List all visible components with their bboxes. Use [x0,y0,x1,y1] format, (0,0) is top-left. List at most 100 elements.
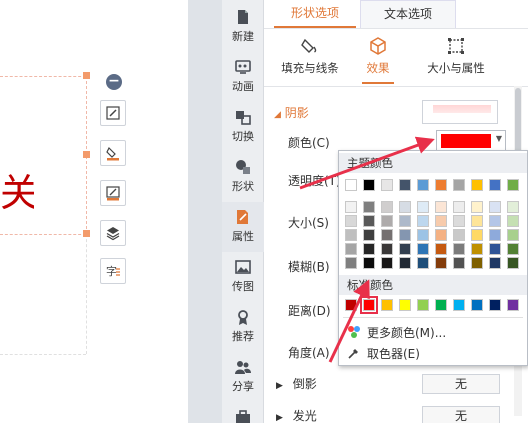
theme-shade-swatch[interactable] [399,201,411,213]
standard-color-swatch[interactable] [399,299,411,311]
theme-color-swatch[interactable] [453,179,465,191]
theme-shade-swatch[interactable] [507,257,519,269]
theme-shade-swatch[interactable] [345,229,357,241]
subtab-size-properties[interactable]: 大小与属性 [406,36,506,84]
sidebar-item-new[interactable]: 新建 [222,2,264,52]
theme-shade-swatch[interactable] [363,215,375,227]
sidebar-item-shapes[interactable]: 形状 [222,152,264,202]
sidebar-item-animation[interactable]: 动画 [222,52,264,102]
edit-shape-button[interactable] [100,100,126,126]
theme-shade-swatch[interactable] [489,243,501,255]
theme-shade-swatch[interactable] [381,257,393,269]
standard-color-swatch[interactable] [345,299,357,311]
theme-color-swatch[interactable] [381,179,393,191]
theme-shade-swatch[interactable] [489,215,501,227]
sidebar-item-toolbox[interactable] [222,402,264,423]
theme-shade-swatch[interactable] [435,257,447,269]
standard-color-swatch[interactable] [360,296,378,314]
sidebar-item-recommend[interactable]: 推荐 [222,302,264,352]
theme-color-swatch[interactable] [471,179,483,191]
theme-shade-swatch[interactable] [381,229,393,241]
theme-color-swatch[interactable] [363,179,375,191]
theme-shade-swatch[interactable] [489,257,501,269]
standard-color-swatch[interactable] [381,299,393,311]
theme-shade-swatch[interactable] [417,229,429,241]
theme-color-swatch[interactable] [399,179,411,191]
resize-handle-top-right[interactable] [83,72,90,79]
section-reflection[interactable]: ▶ 倒影 [276,375,317,392]
theme-shade-swatch[interactable] [345,201,357,213]
theme-shade-swatch[interactable] [507,215,519,227]
tab-shape-options[interactable]: 形状选项 [274,0,356,28]
eyedropper-item[interactable]: 取色器(E) [347,344,420,364]
theme-shade-swatch[interactable] [417,257,429,269]
theme-shade-swatch[interactable] [435,201,447,213]
collapse-toolbar-icon[interactable]: − [106,74,122,90]
tab-text-options[interactable]: 文本选项 [360,0,456,28]
sidebar-item-upload-image[interactable]: 传图 [222,252,264,302]
slide-canvas[interactable]: 关 − 字 [0,0,188,423]
subtab-effect[interactable]: 效果 [356,36,400,84]
theme-shade-swatch[interactable] [453,257,465,269]
theme-color-swatch[interactable] [345,179,357,191]
theme-shade-swatch[interactable] [507,229,519,241]
theme-shade-swatch[interactable] [345,257,357,269]
standard-color-swatch[interactable] [435,299,447,311]
theme-shade-swatch[interactable] [381,243,393,255]
theme-color-swatch[interactable] [417,179,429,191]
more-colors-item[interactable]: 更多颜色(M)... [347,323,446,343]
subtab-fill-line[interactable]: 填充与线条 [270,36,350,84]
theme-shade-swatch[interactable] [417,201,429,213]
theme-shade-swatch[interactable] [453,201,465,213]
theme-shade-swatch[interactable] [453,229,465,241]
layer-button[interactable] [100,220,126,246]
theme-shade-swatch[interactable] [399,215,411,227]
resize-handle-bottom-right[interactable] [83,230,90,237]
theme-shade-swatch[interactable] [507,201,519,213]
theme-color-swatch[interactable] [507,179,519,191]
theme-shade-swatch[interactable] [381,201,393,213]
sidebar-item-properties[interactable]: 属性 [222,202,264,252]
sidebar-item-share[interactable]: 分享 [222,352,264,402]
shadow-color-dropdown[interactable]: ▼ [436,130,506,152]
theme-shade-swatch[interactable] [399,257,411,269]
resize-handle-right[interactable] [83,151,90,158]
section-shadow[interactable]: ◢ 阴影 [274,104,309,121]
standard-color-swatch[interactable] [453,299,465,311]
theme-shade-swatch[interactable] [399,243,411,255]
text-wrap-button[interactable]: 字 [100,258,126,284]
scrollbar-thumb[interactable] [515,88,521,158]
theme-color-swatch[interactable] [489,179,501,191]
theme-shade-swatch[interactable] [453,215,465,227]
theme-shade-swatch[interactable] [489,229,501,241]
glow-preset-dropdown[interactable]: 无 [422,406,500,423]
fill-color-button[interactable] [100,140,126,166]
theme-shade-swatch[interactable] [363,201,375,213]
theme-shade-swatch[interactable] [435,229,447,241]
theme-shade-swatch[interactable] [435,243,447,255]
theme-color-swatch[interactable] [435,179,447,191]
theme-shade-swatch[interactable] [453,243,465,255]
theme-shade-swatch[interactable] [489,201,501,213]
standard-color-swatch[interactable] [489,299,501,311]
theme-shade-swatch[interactable] [471,229,483,241]
standard-color-swatch[interactable] [507,299,519,311]
theme-shade-swatch[interactable] [345,243,357,255]
theme-shade-swatch[interactable] [399,229,411,241]
outline-color-button[interactable] [100,180,126,206]
theme-shade-swatch[interactable] [507,243,519,255]
theme-shade-swatch[interactable] [471,215,483,227]
theme-shade-swatch[interactable] [435,215,447,227]
theme-shade-swatch[interactable] [471,257,483,269]
sidebar-item-transition[interactable]: 切换 [222,102,264,152]
theme-shade-swatch[interactable] [381,215,393,227]
shadow-preset-dropdown[interactable] [422,100,498,124]
theme-shade-swatch[interactable] [363,243,375,255]
theme-shade-swatch[interactable] [417,215,429,227]
theme-shade-swatch[interactable] [471,201,483,213]
standard-color-swatch[interactable] [471,299,483,311]
theme-shade-swatch[interactable] [417,243,429,255]
section-glow[interactable]: ▶ 发光 [276,407,317,423]
standard-color-swatch[interactable] [417,299,429,311]
theme-shade-swatch[interactable] [363,229,375,241]
